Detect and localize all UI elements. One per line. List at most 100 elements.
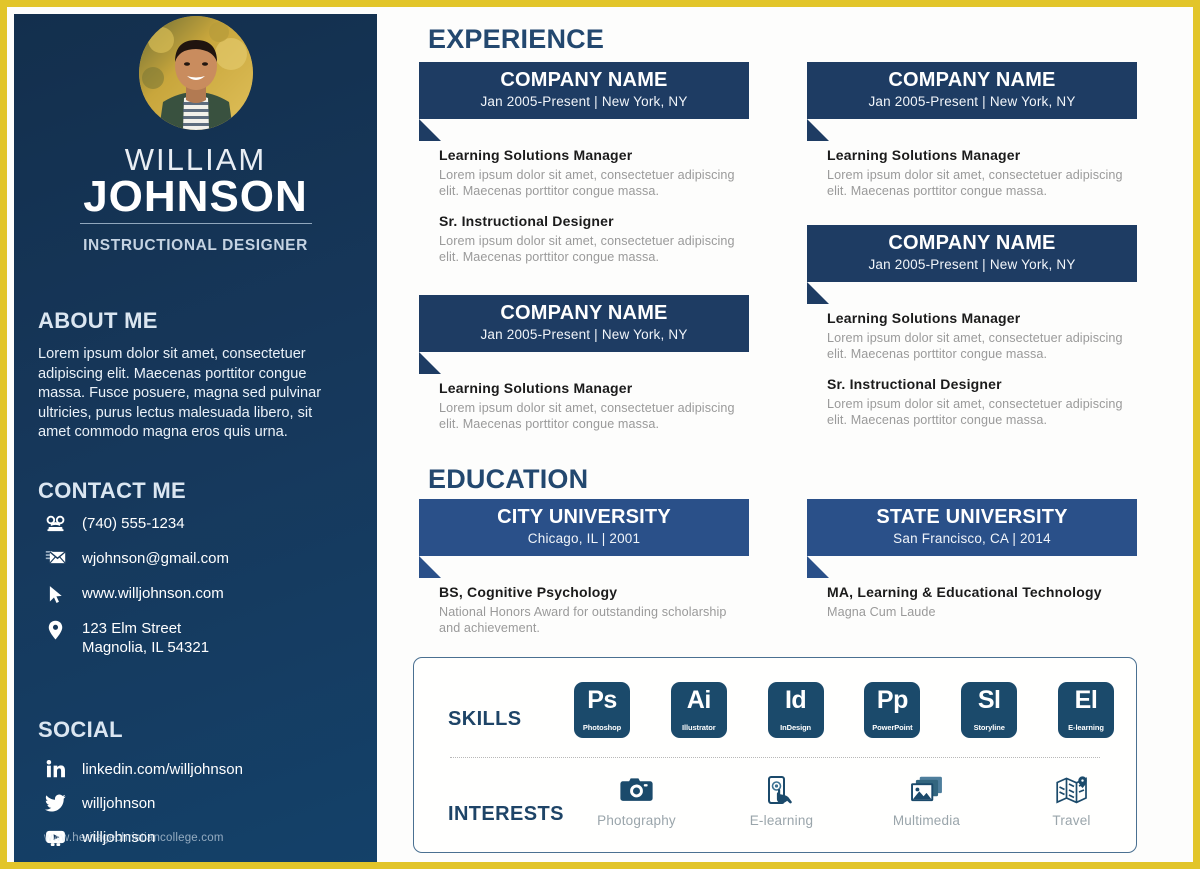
education-right-column: STATE UNIVERSITY San Francisco, CA | 201… xyxy=(807,499,1137,621)
skills-row: Ps Photoshop Ai Illustrator Id InDesign … xyxy=(574,682,1114,738)
contact-row-address[interactable]: 123 Elm Street Magnolia, IL 54321 xyxy=(38,619,358,657)
images-stack-icon xyxy=(864,776,989,810)
linkedin-value: linkedin.com/willjohnson xyxy=(82,760,243,778)
contact-row-phone[interactable]: (740) 555-1234 xyxy=(38,514,358,549)
about-text: Lorem ipsum dolor sit amet, consectetuer… xyxy=(38,346,322,441)
school-meta: Chicago, IL | 2001 xyxy=(527,531,641,546)
skill-tile-powerpoint[interactable]: Pp PowerPoint xyxy=(864,682,921,738)
skill-tile-illustrator[interactable]: Ai Illustrator xyxy=(670,682,727,738)
skills-interests-panel: SKILLS Ps Photoshop Ai Illustrator Id In… xyxy=(413,657,1137,853)
contact-row-website[interactable]: www.willjohnson.com xyxy=(38,584,358,619)
experience-banner: COMPANY NAME Jan 2005-Present | New York… xyxy=(419,295,749,374)
social-list: linkedin.com/willjohnson willjohnson wil… xyxy=(38,752,358,854)
experience-entry: Learning Solutions Manager Lorem ipsum d… xyxy=(807,310,1137,362)
experience-entry: Learning Solutions Manager Lorem ipsum d… xyxy=(419,147,749,199)
education-section-title: EDUCATION xyxy=(428,464,589,494)
website-value: www.willjohnson.com xyxy=(82,585,224,602)
education-banner: STATE UNIVERSITY San Francisco, CA | 201… xyxy=(807,499,1137,578)
skill-name: InDesign xyxy=(780,723,812,732)
experience-banner: COMPANY NAME Jan 2005-Present | New York… xyxy=(419,62,749,141)
interest-photography[interactable]: Photography xyxy=(574,776,699,828)
social-row-youtube[interactable]: willjohnson xyxy=(38,820,358,854)
cursor-arrow-icon xyxy=(38,584,72,604)
experience-entry: Sr. Instructional Designer Lorem ipsum d… xyxy=(419,213,749,265)
contact-heading: CONTACT ME xyxy=(38,478,187,503)
skill-abbr: Ps xyxy=(587,686,617,714)
degree-note: Magna Cum Laude xyxy=(827,605,936,619)
skill-name: Photoshop xyxy=(582,723,622,732)
social-row-twitter[interactable]: willjohnson xyxy=(38,786,358,820)
skill-tile-storyline[interactable]: Sl Storyline xyxy=(961,682,1018,738)
education-entry: BS, Cognitive Psychology National Honors… xyxy=(419,584,749,636)
interests-row: Photography E-learning Multimedia Travel xyxy=(574,776,1134,828)
experience-banner: COMPANY NAME Jan 2005-Present | New York… xyxy=(807,225,1137,304)
folded-map-icon xyxy=(1009,776,1134,810)
youtube-icon xyxy=(38,829,72,846)
experience-right-column: COMPANY NAME Jan 2005-Present | New York… xyxy=(807,62,1137,428)
school-name: STATE UNIVERSITY xyxy=(876,506,1068,528)
linkedin-icon xyxy=(38,760,72,778)
entry-description: Lorem ipsum dolor sit amet, consectetuer… xyxy=(439,168,735,198)
experience-entry: Sr. Instructional Designer Lorem ipsum d… xyxy=(807,376,1137,428)
job-title: INSTRUCTIONAL DESIGNER xyxy=(83,237,308,254)
company-meta: Jan 2005-Present | New York, NY xyxy=(480,327,688,342)
skill-tile-photoshop[interactable]: Ps Photoshop xyxy=(574,682,630,738)
skill-abbr: Pp xyxy=(876,686,908,714)
education-left-column: CITY UNIVERSITY Chicago, IL | 2001 BS, C… xyxy=(419,499,749,636)
degree-title: MA, Learning & Educational Technology xyxy=(827,584,1102,600)
entry-role: Learning Solutions Manager xyxy=(439,147,633,163)
telephone-icon xyxy=(38,514,72,532)
entry-role: Sr. Instructional Designer xyxy=(439,213,614,229)
interests-label: INTERESTS xyxy=(448,803,564,825)
resume-page: WILLIAM JOHNSON INSTRUCTIONAL DESIGNER A… xyxy=(0,0,1200,869)
education-entry: MA, Learning & Educational Technology Ma… xyxy=(807,584,1137,621)
interest-label: E-learning xyxy=(749,813,814,828)
entry-role: Learning Solutions Manager xyxy=(827,147,1021,163)
company-name: COMPANY NAME xyxy=(500,69,668,91)
social-heading: SOCIAL xyxy=(38,717,123,742)
interest-label: Multimedia xyxy=(892,813,961,828)
degree-note: National Honors Award for outstanding sc… xyxy=(439,605,727,635)
company-meta: Jan 2005-Present | New York, NY xyxy=(868,257,1076,272)
skills-label: SKILLS xyxy=(448,708,522,730)
entry-role: Sr. Instructional Designer xyxy=(827,376,1002,392)
experience-banner: COMPANY NAME Jan 2005-Present | New York… xyxy=(807,62,1137,141)
skill-name: PowerPoint xyxy=(872,723,913,732)
entry-description: Lorem ipsum dolor sit amet, consectetuer… xyxy=(439,234,735,264)
skill-abbr: Ai xyxy=(686,686,712,714)
entry-role: Learning Solutions Manager xyxy=(439,380,633,396)
interest-travel[interactable]: Travel xyxy=(1009,776,1134,828)
experience-entry: Learning Solutions Manager Lorem ipsum d… xyxy=(807,147,1137,199)
social-row-linkedin[interactable]: linkedin.com/willjohnson xyxy=(38,752,358,786)
avatar xyxy=(138,16,253,130)
company-name: COMPANY NAME xyxy=(888,69,1056,91)
twitter-icon xyxy=(38,794,72,812)
mobile-touch-icon xyxy=(719,776,844,810)
skill-abbr: Sl xyxy=(977,686,1001,714)
envelope-icon xyxy=(38,549,72,565)
company-meta: Jan 2005-Present | New York, NY xyxy=(868,94,1076,109)
skill-abbr: El xyxy=(1074,686,1098,714)
entry-description: Lorem ipsum dolor sit amet, consectetuer… xyxy=(827,397,1123,427)
skill-tile-indesign[interactable]: Id InDesign xyxy=(767,682,824,738)
interest-label: Travel xyxy=(1052,813,1091,828)
entry-description: Lorem ipsum dolor sit amet, consectetuer… xyxy=(827,168,1123,198)
panel-divider xyxy=(450,757,1100,758)
interest-multimedia[interactable]: Multimedia xyxy=(864,776,989,828)
interest-elearning[interactable]: E-learning xyxy=(719,776,844,828)
skill-tile-elearning[interactable]: El E-learning xyxy=(1057,682,1114,738)
profile-photo xyxy=(138,16,253,130)
twitter-value: willjohnson xyxy=(82,794,156,812)
entry-role: Learning Solutions Manager xyxy=(827,310,1021,326)
company-meta: Jan 2005-Present | New York, NY xyxy=(480,94,688,109)
interest-label: Photography xyxy=(597,813,676,828)
camera-icon xyxy=(574,776,699,810)
email-value: wjohnson@gmail.com xyxy=(82,550,229,567)
school-name: CITY UNIVERSITY xyxy=(497,506,671,528)
about-heading: ABOUT ME xyxy=(38,308,158,333)
contact-row-email[interactable]: wjohnson@gmail.com xyxy=(38,549,358,584)
main-content: EXPERIENCE COMPANY NAME Jan 2005-Present… xyxy=(377,14,1193,862)
last-name: JOHNSON xyxy=(83,172,308,221)
youtube-value: willjohnson xyxy=(82,828,156,846)
skill-name: Illustrator xyxy=(682,723,716,732)
